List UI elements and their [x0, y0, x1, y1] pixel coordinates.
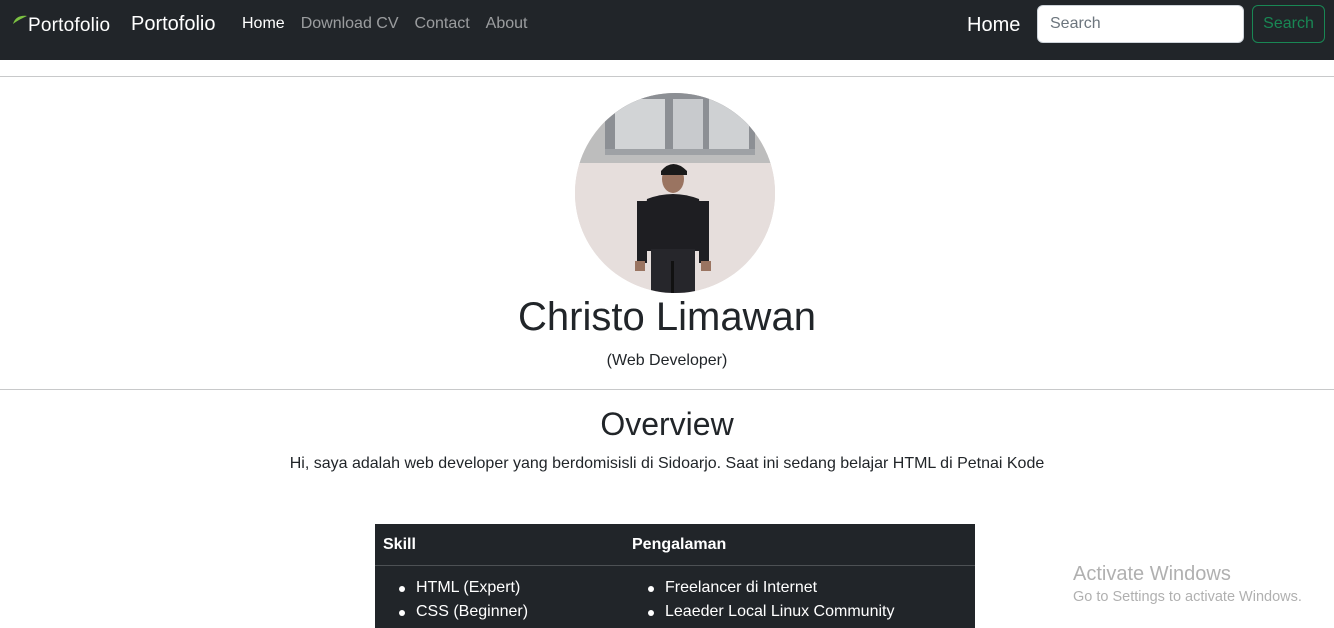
list-item: HTML (Expert) — [397, 576, 528, 600]
overview-text: Hi, saya adalah web developer yang berdo… — [289, 455, 1045, 472]
navbar: Portofolio Portofolio Home Download CV C… — [0, 0, 1334, 60]
list-item: Freelancer di Internet — [646, 576, 894, 600]
watermark-subtitle: Go to Settings to activate Windows. — [1073, 589, 1302, 605]
profile-name: Christo Limawan — [518, 295, 816, 339]
brand-logo[interactable]: Portofolio — [12, 13, 110, 39]
skill-list: HTML (Expert) CSS (Beginner) — [397, 576, 528, 624]
experience-list: Freelancer di Internet Leaeder Local Lin… — [646, 576, 894, 624]
table-header-skill: Skill — [383, 536, 416, 553]
profile-photo — [575, 93, 775, 293]
list-item: CSS (Beginner) — [397, 600, 528, 624]
overview-title: Overview — [600, 406, 734, 442]
search-input[interactable] — [1037, 5, 1244, 43]
nav-link-about[interactable]: About — [486, 15, 528, 33]
brand-name[interactable]: Portofolio — [131, 13, 216, 36]
table-header-experience: Pengalaman — [632, 536, 727, 553]
search-button[interactable]: Search — [1252, 5, 1325, 43]
watermark-title: Activate Windows — [1073, 563, 1231, 585]
table-divider — [375, 565, 975, 566]
activate-windows-watermark: Activate Windows Go to Settings to activ… — [1073, 563, 1302, 605]
nav-link-download-cv[interactable]: Download CV — [301, 15, 399, 33]
divider-middle — [0, 389, 1334, 390]
nav-home-right[interactable]: Home — [967, 14, 1020, 37]
nav-link-contact[interactable]: Contact — [415, 15, 470, 33]
nav-link-home[interactable]: Home — [242, 15, 285, 33]
person-photo-icon — [575, 93, 775, 293]
leaf-icon — [13, 15, 27, 24]
skills-experience-table: Skill Pengalaman HTML (Expert) CSS (Begi… — [375, 524, 975, 628]
nav-links: Home Download CV Contact About — [242, 15, 543, 33]
divider-top — [0, 76, 1334, 77]
list-item: Leaeder Local Linux Community — [646, 600, 894, 624]
profile-role: (Web Developer) — [606, 352, 728, 369]
